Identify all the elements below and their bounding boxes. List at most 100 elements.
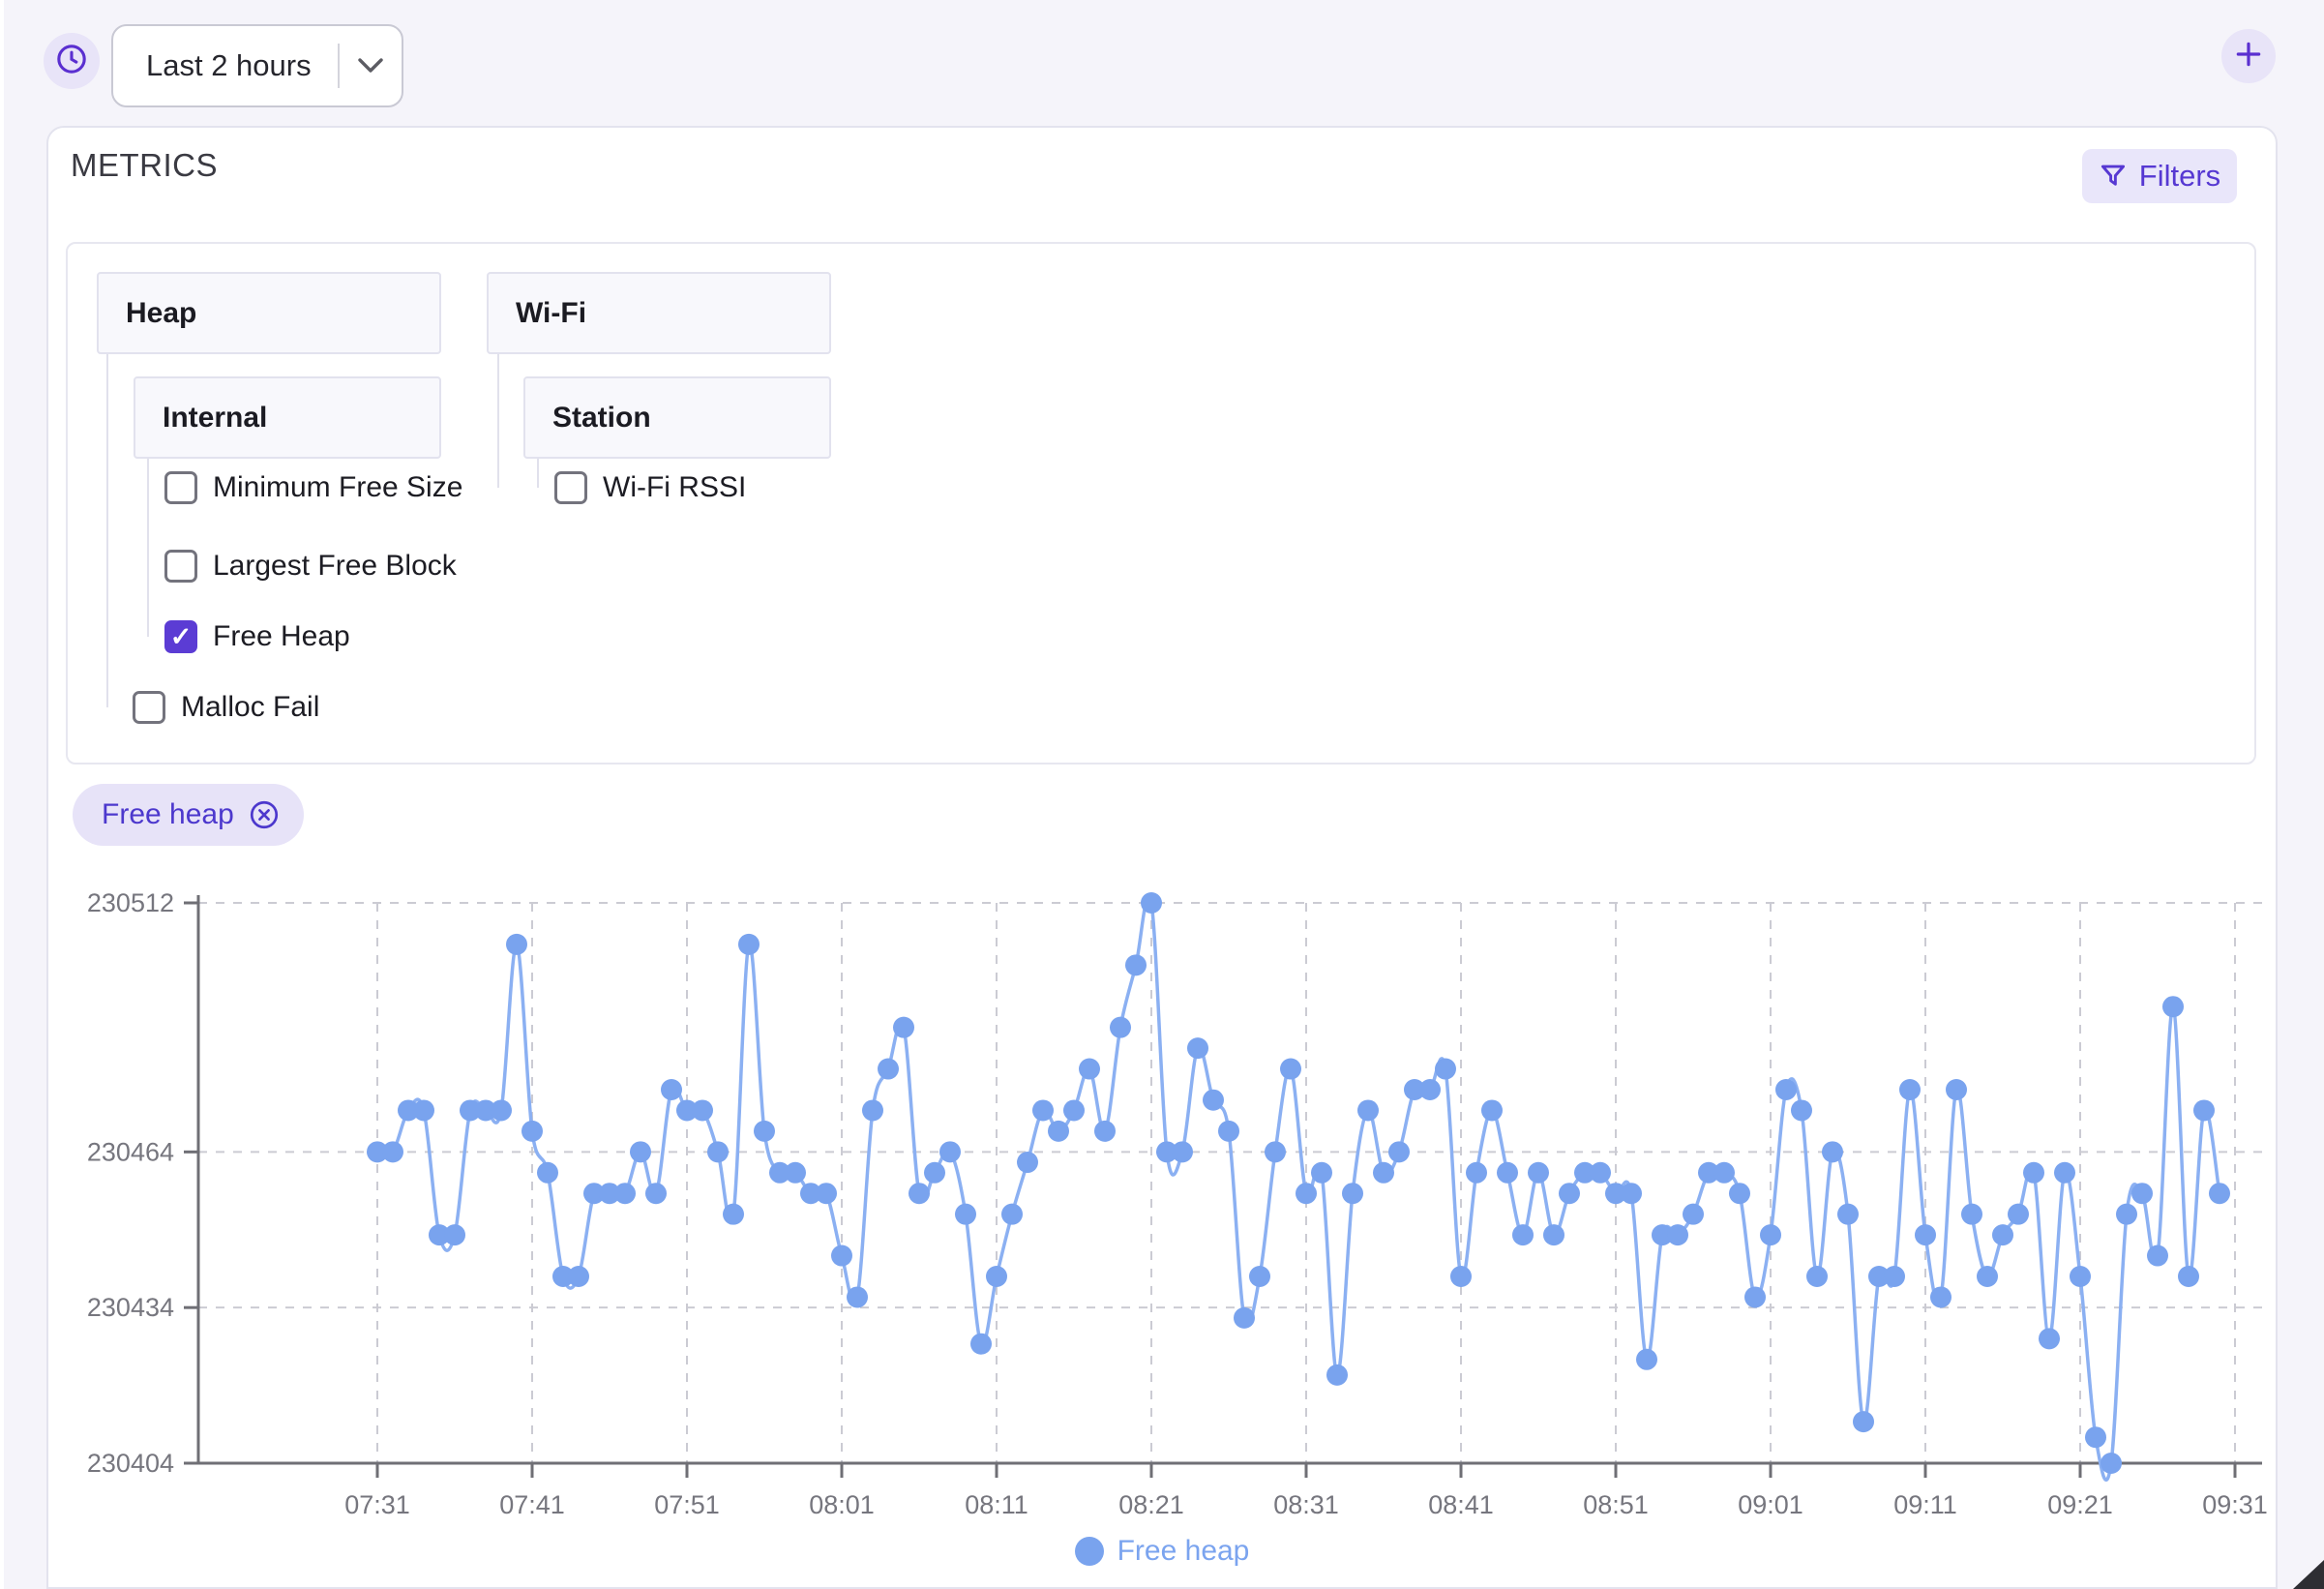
data-point[interactable] (1234, 1306, 1255, 1329)
data-point[interactable] (1466, 1161, 1487, 1184)
data-point[interactable] (2131, 1183, 2153, 1205)
data-point[interactable] (1419, 1079, 1441, 1100)
time-range-dropdown[interactable]: Last 2 hours (111, 24, 403, 107)
data-point[interactable] (1342, 1183, 1363, 1205)
chip-remove-icon[interactable] (248, 798, 281, 831)
data-point[interactable] (2116, 1203, 2137, 1225)
data-point[interactable] (862, 1099, 883, 1122)
add-panel-button[interactable] (2221, 29, 2276, 83)
data-point[interactable] (1791, 1099, 1812, 1122)
data-point[interactable] (1357, 1099, 1379, 1122)
data-point[interactable] (1946, 1079, 1967, 1100)
data-point[interactable] (1032, 1099, 1054, 1122)
data-point[interactable] (413, 1099, 434, 1122)
checkbox-minimum-free-size[interactable] (164, 471, 197, 504)
data-point[interactable] (444, 1224, 465, 1246)
data-point[interactable] (1961, 1203, 1982, 1225)
data-point[interactable] (1110, 1016, 1131, 1038)
data-point[interactable] (939, 1141, 961, 1163)
data-point[interactable] (986, 1266, 1007, 1287)
data-point[interactable] (537, 1161, 558, 1184)
data-point[interactable] (1775, 1079, 1797, 1100)
data-point[interactable] (1079, 1058, 1100, 1080)
checkbox-row-wifi-rssi[interactable]: Wi-Fi RSSI (554, 470, 746, 505)
data-point[interactable] (1884, 1266, 1905, 1287)
data-point[interactable] (2178, 1266, 2199, 1287)
data-point[interactable] (1481, 1099, 1503, 1122)
data-point[interactable] (1744, 1286, 1766, 1308)
data-point[interactable] (1992, 1224, 2013, 1246)
data-point[interactable] (1497, 1161, 1518, 1184)
data-point[interactable] (1713, 1161, 1735, 1184)
data-point[interactable] (1729, 1183, 1750, 1205)
data-point[interactable] (1683, 1203, 1704, 1225)
data-point[interactable] (2193, 1099, 2215, 1122)
data-point[interactable] (1667, 1224, 1688, 1246)
data-point[interactable] (1249, 1266, 1270, 1287)
data-point[interactable] (614, 1183, 636, 1205)
data-point[interactable] (2085, 1426, 2106, 1449)
data-point[interactable] (1930, 1286, 1952, 1308)
data-point[interactable] (1017, 1152, 1038, 1174)
data-point[interactable] (1373, 1161, 1394, 1184)
data-point[interactable] (1141, 892, 1162, 914)
checkbox-row-largest-free-block[interactable]: Largest Free Block (164, 549, 457, 584)
data-point[interactable] (1172, 1141, 1193, 1163)
group-internal[interactable]: Internal (134, 376, 441, 459)
data-point[interactable] (1187, 1037, 1208, 1060)
checkbox-row-minimum-free-size[interactable]: Minimum Free Size (164, 470, 462, 505)
checkbox-row-malloc-fail[interactable]: Malloc Fail (133, 690, 319, 725)
data-point[interactable] (661, 1079, 682, 1100)
data-point[interactable] (1760, 1224, 1781, 1246)
data-point[interactable] (847, 1286, 868, 1308)
data-point[interactable] (1590, 1161, 1611, 1184)
data-point[interactable] (1977, 1266, 1998, 1287)
data-point[interactable] (568, 1266, 589, 1287)
checkbox-row-free-heap[interactable]: Free Heap (164, 619, 350, 654)
data-point[interactable] (754, 1120, 775, 1142)
data-point[interactable] (1388, 1141, 1410, 1163)
data-point[interactable] (521, 1120, 543, 1142)
data-point[interactable] (1280, 1058, 1301, 1080)
data-point[interactable] (2162, 996, 2184, 1018)
data-point[interactable] (1001, 1203, 1023, 1225)
checkbox-free-heap[interactable] (164, 620, 197, 653)
data-point[interactable] (1265, 1141, 1286, 1163)
data-point[interactable] (1806, 1266, 1828, 1287)
legend-free-heap[interactable]: Free heap (46, 1535, 2278, 1568)
time-range-clock-button[interactable] (44, 33, 100, 89)
checkbox-wifi-rssi[interactable] (554, 471, 587, 504)
data-point[interactable] (970, 1333, 992, 1355)
data-point[interactable] (506, 933, 527, 955)
data-point[interactable] (924, 1161, 945, 1184)
data-point[interactable] (1543, 1224, 1564, 1246)
data-point[interactable] (831, 1244, 852, 1267)
checkbox-largest-free-block[interactable] (164, 550, 197, 583)
data-point[interactable] (1837, 1203, 1859, 1225)
data-point[interactable] (2008, 1203, 2029, 1225)
data-point[interactable] (2039, 1328, 2060, 1350)
data-point[interactable] (1528, 1161, 1549, 1184)
data-point[interactable] (1125, 954, 1147, 976)
data-point[interactable] (1559, 1183, 1580, 1205)
data-point[interactable] (878, 1058, 899, 1080)
data-point[interactable] (723, 1203, 744, 1225)
data-point[interactable] (1063, 1099, 1085, 1122)
data-point[interactable] (1822, 1141, 1843, 1163)
data-point[interactable] (645, 1183, 667, 1205)
data-point[interactable] (707, 1141, 729, 1163)
data-point[interactable] (909, 1183, 930, 1205)
group-station[interactable]: Station (523, 376, 831, 459)
data-point[interactable] (816, 1183, 837, 1205)
data-point[interactable] (2023, 1161, 2044, 1184)
data-point[interactable] (955, 1203, 976, 1225)
data-point[interactable] (1296, 1183, 1317, 1205)
chevron-down-icon[interactable] (340, 58, 402, 74)
data-point[interactable] (1853, 1411, 1874, 1433)
data-point[interactable] (1311, 1161, 1332, 1184)
data-point[interactable] (630, 1141, 651, 1163)
data-point[interactable] (382, 1141, 403, 1163)
data-point[interactable] (785, 1161, 806, 1184)
data-point[interactable] (1326, 1364, 1348, 1386)
data-point[interactable] (1899, 1079, 1921, 1100)
